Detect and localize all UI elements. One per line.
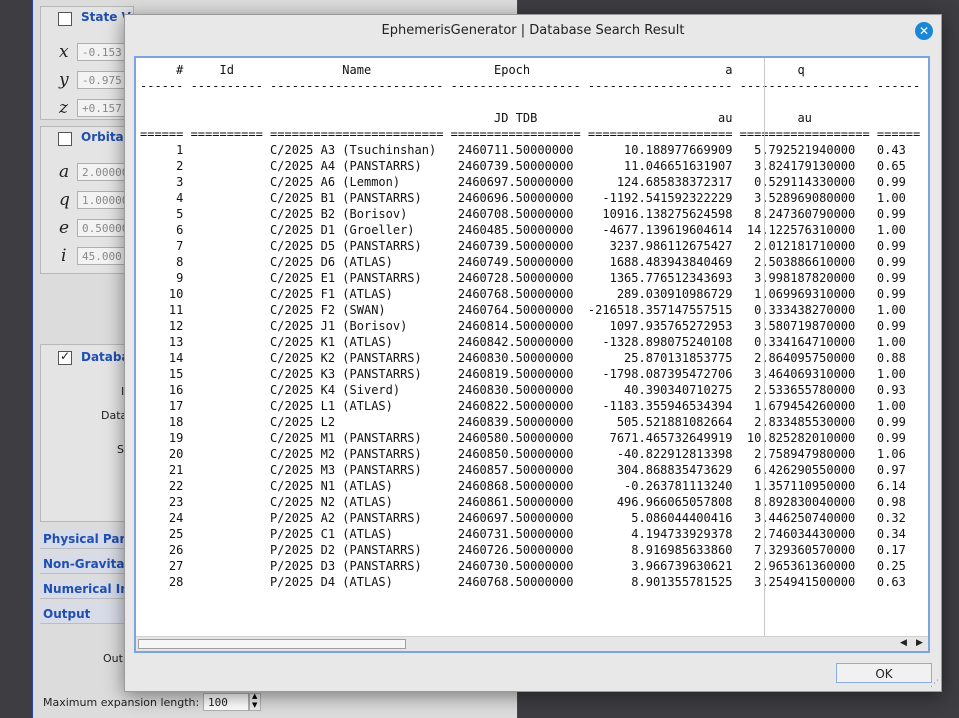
database-group: Databa I Data S [40, 344, 134, 522]
var-z-symbol: z [59, 98, 68, 118]
column-splitter[interactable] [764, 58, 765, 637]
spinner-up-icon[interactable]: ▲ [252, 692, 257, 700]
database-label: Databa [81, 350, 130, 364]
state-vector-group: State V x -0.153 y -0.975 z +0.157 [40, 6, 134, 120]
database-checkbox[interactable] [58, 349, 72, 365]
resize-grip-icon[interactable]: ⋰ [930, 679, 939, 689]
ok-button[interactable]: OK [836, 663, 932, 683]
spinner-down-icon[interactable]: ▼ [252, 701, 257, 709]
search-result-dialog: EphemerisGenerator | Database Search Res… [124, 14, 942, 692]
result-table: # Id Name Epoch a q ------ ---------- --… [140, 63, 921, 589]
scroll-left-icon[interactable]: ◀ [900, 638, 907, 648]
close-icon[interactable]: ✕ [915, 22, 933, 40]
var-q-symbol: q [59, 190, 70, 210]
orbital-group: Orbital a 2.00000 q 1.00000 e 0.50000 i … [40, 126, 134, 274]
var-e-symbol: e [59, 218, 70, 238]
var-a-symbol: a [59, 162, 70, 182]
horizontal-scrollbar[interactable]: ◀ ▶ [136, 636, 928, 651]
output-stub-label: Out [103, 652, 123, 665]
database-stub-label-3: S [117, 443, 124, 456]
max-expansion-input[interactable]: 100 [203, 693, 249, 711]
result-text-area[interactable]: # Id Name Epoch a q ------ ---------- --… [134, 56, 930, 653]
var-i-symbol: i [61, 246, 67, 266]
orbital-label: Orbital [81, 130, 128, 144]
var-y-symbol: y [59, 70, 69, 90]
scrollbar-thumb[interactable] [138, 639, 406, 649]
orbital-checkbox[interactable] [58, 132, 72, 146]
scroll-right-icon[interactable]: ▶ [916, 638, 923, 648]
var-x-symbol: x [59, 42, 69, 62]
max-expansion-spinner[interactable]: ▲ ▼ [249, 692, 261, 711]
max-expansion-label: Maximum expansion length: [43, 696, 200, 709]
dialog-title: EphemerisGenerator | Database Search Res… [381, 23, 685, 38]
state-vector-checkbox[interactable] [58, 12, 72, 26]
